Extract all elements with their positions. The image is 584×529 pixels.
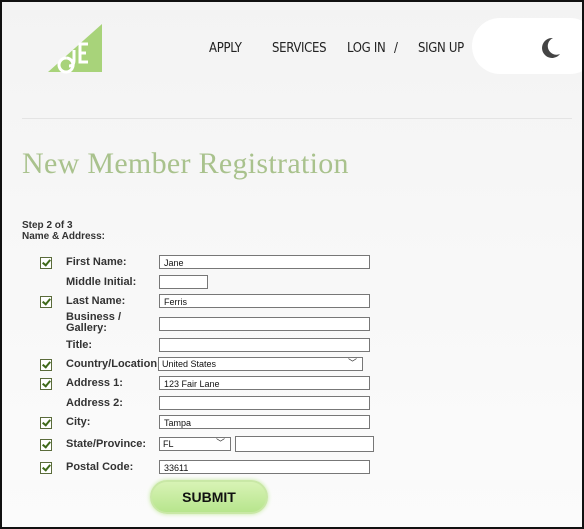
country-select-value: United States [162,359,217,369]
country-select[interactable]: United States ﹀ [158,357,363,371]
address1-label: Address 1: [66,377,123,389]
title-field[interactable] [159,338,370,352]
business-label-line2: Gallery: [66,322,107,334]
chevron-down-icon: ﹀ [215,438,225,448]
nav-apply-link[interactable]: APPLY [209,41,242,56]
step-indicator: Step 2 of 3 Name & Address: [22,220,105,242]
middle-initial-label: Middle Initial: [66,276,137,288]
checkbox-checked-icon[interactable] [40,257,52,269]
postal-row: Postal Code: 33611 [2,460,582,476]
title-row: Title: [2,338,582,354]
first-name-field[interactable]: Jane [159,255,370,269]
theme-toggle[interactable] [472,18,582,74]
address2-row: Address 2: [2,396,582,412]
postal-field[interactable]: 33611 [159,460,370,474]
state-label: State/Province: [66,438,147,450]
state-row: State/Province: FL ﹀ [2,436,582,453]
city-label: City: [66,416,91,428]
checkbox-checked-icon[interactable] [40,378,52,390]
nav-services-link[interactable]: SERVICES [272,41,327,56]
address1-row: Address 1: 123 Fair Lane [2,376,582,392]
country-label: Country/Location: [66,358,161,370]
country-row: Country/Location: United States ﹀ [2,357,582,373]
nav-signup-link[interactable]: SIGN UP [418,41,464,56]
business-field[interactable] [159,317,370,331]
state-select[interactable]: FL ﹀ [159,437,231,451]
province-field[interactable] [235,436,374,452]
checkbox-checked-icon[interactable] [40,296,52,308]
page-title: New Member Registration [22,147,349,180]
address2-label: Address 2: [66,397,123,409]
chevron-down-icon: ﹀ [347,358,357,368]
checkbox-checked-icon[interactable] [40,417,52,429]
submit-button[interactable]: SUBMIT [150,480,268,514]
first-name-label: First Name: [66,256,127,268]
checkbox-checked-icon[interactable] [40,439,52,451]
last-name-row: Last Name: Ferris [2,294,582,310]
city-row: City: Tampa [2,415,582,431]
business-row: Business / Gallery: [2,310,582,340]
nav-separator: / [394,41,398,56]
middle-initial-row: Middle Initial: [2,275,582,291]
business-label: Business / Gallery: [66,312,121,334]
address1-field[interactable]: 123 Fair Lane [159,376,370,390]
postal-label: Postal Code: [66,461,134,473]
checkbox-checked-icon[interactable] [40,462,52,474]
nav-login-link[interactable]: LOG IN [347,41,386,56]
address2-field[interactable] [159,396,370,410]
title-label: Title: [66,339,93,351]
step-section: Name & Address: [22,231,105,242]
middle-initial-field[interactable] [159,275,208,289]
checkbox-checked-icon[interactable] [40,359,52,371]
header-divider [22,118,572,119]
city-field[interactable]: Tampa [159,415,370,429]
first-name-row: First Name: Jane [2,255,582,271]
last-name-field[interactable]: Ferris [159,294,370,308]
step-count: Step 2 of 3 [22,220,73,231]
last-name-label: Last Name: [66,295,126,307]
site-logo[interactable] [44,22,104,74]
page-frame: APPLY SERVICES LOG IN / SIGN UP New Memb… [0,0,584,529]
moon-icon[interactable] [538,36,562,60]
state-select-value: FL [163,439,174,449]
